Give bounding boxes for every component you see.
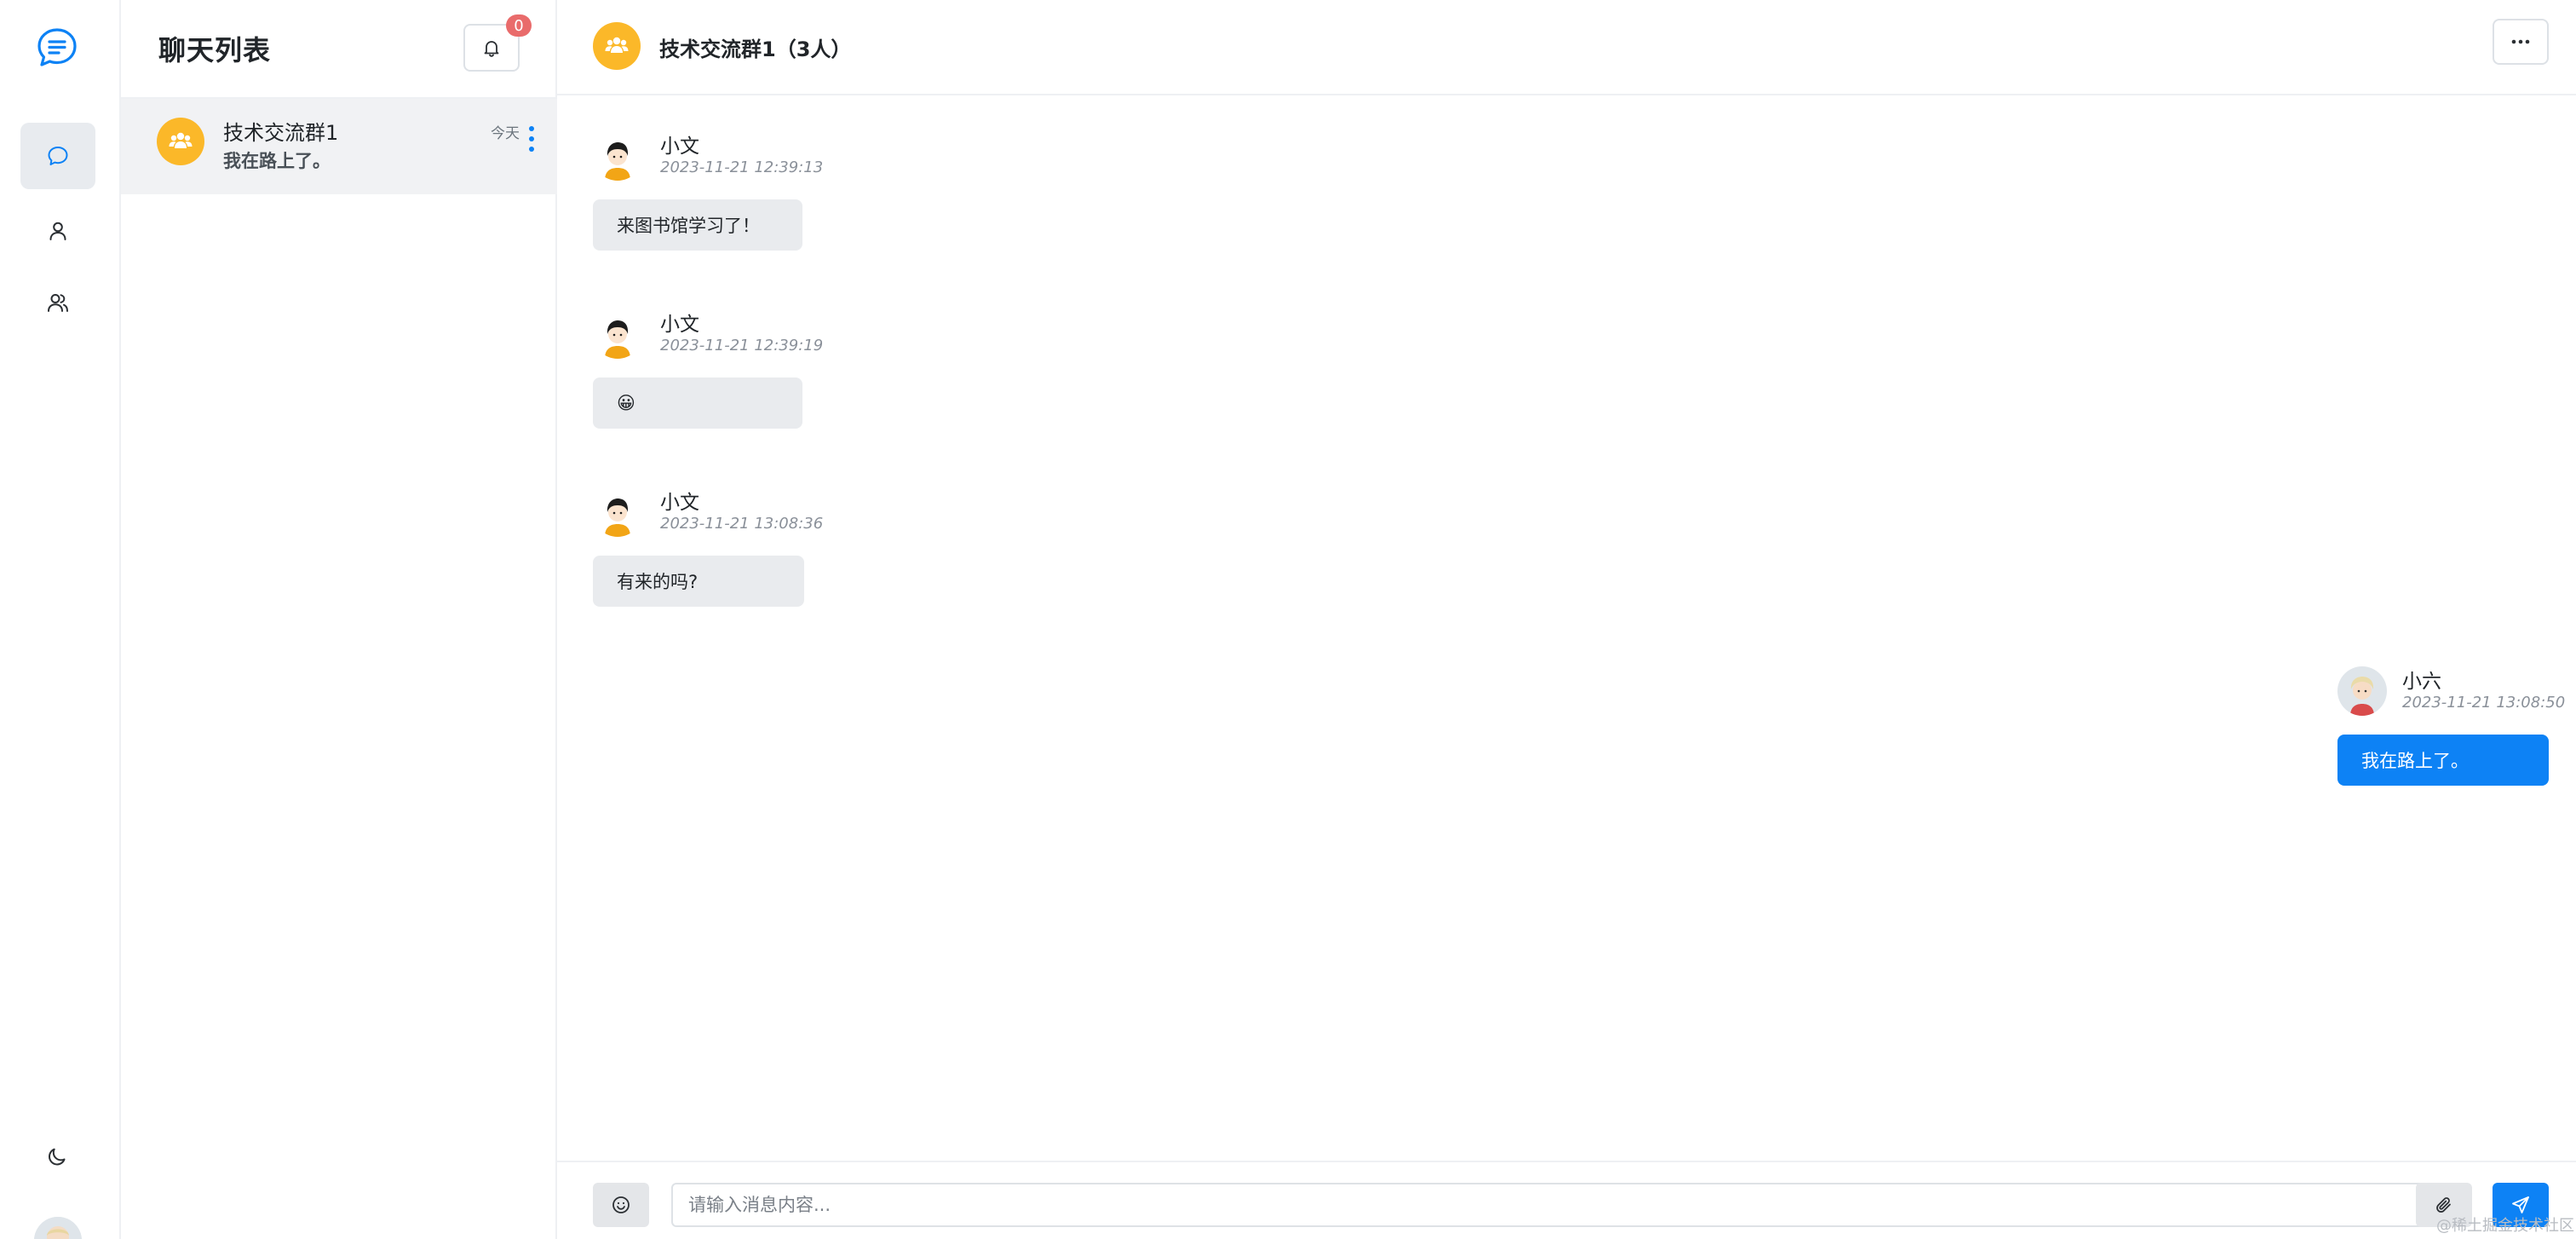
- smiley-icon: [612, 1196, 630, 1213]
- chat-title: 技术交流群1（3人）: [659, 37, 852, 61]
- sender-name: 小文: [660, 492, 699, 514]
- group-avatar-icon: [157, 118, 204, 165]
- conversation-time: 今天: [491, 125, 520, 142]
- conversation-name: 技术交流群1: [223, 121, 339, 145]
- send-icon: [2512, 1196, 2529, 1213]
- sender-avatar: [593, 309, 642, 359]
- sender-avatar: [593, 487, 642, 537]
- icon-rail: [0, 0, 121, 1239]
- more-horizontal-icon: [2511, 39, 2530, 44]
- sender-name: 小文: [660, 135, 699, 158]
- chat-list-panel: 聊天列表 0 技术交流群1 我在路上了。 今天: [121, 0, 557, 1239]
- message-time: 2023-11-21 12:39:19: [660, 337, 824, 354]
- notification-count-badge: 0: [506, 14, 532, 37]
- message-bubble: 有来的吗?: [593, 556, 804, 607]
- users-icon: [48, 294, 68, 312]
- chat-app: 聊天列表 0 技术交流群1 我在路上了。 今天 技术交流群1（3人） 小文 20…: [0, 0, 2576, 1239]
- message-input[interactable]: [671, 1183, 2441, 1227]
- user-icon: [49, 222, 66, 240]
- message-composer: [557, 1161, 2576, 1239]
- watermark: @稀土掘金技术社区: [2436, 1217, 2574, 1235]
- my-avatar[interactable]: [34, 1217, 82, 1239]
- theme-toggle-button[interactable]: [20, 1123, 95, 1190]
- moon-icon: [49, 1148, 66, 1166]
- message-time: 2023-11-21 13:08:36: [660, 515, 824, 533]
- app-logo-icon[interactable]: [35, 26, 79, 70]
- message-bubble: 来图书馆学习了！: [593, 199, 802, 251]
- paperclip-icon: [2436, 1197, 2451, 1213]
- sender-name: 小文: [660, 314, 699, 336]
- chat-bubble-icon: [48, 147, 68, 165]
- sender-avatar: [593, 131, 642, 181]
- sender-avatar: [2337, 666, 2387, 716]
- conversation-item[interactable]: 技术交流群1 我在路上了。 今天: [121, 99, 557, 194]
- sender-name: 小六: [2402, 671, 2441, 693]
- message-bubble: 我在路上了。: [2337, 735, 2549, 786]
- chat-list-title: 聊天列表: [158, 34, 272, 66]
- chat-options-button[interactable]: [2493, 19, 2549, 65]
- emoji-button[interactable]: [593, 1183, 649, 1227]
- chat-header: 技术交流群1（3人）: [557, 0, 2576, 95]
- nav-contacts-button[interactable]: [20, 198, 95, 264]
- bell-icon: [484, 41, 499, 57]
- message-bubble: 😀: [593, 377, 802, 429]
- chat-panel: 技术交流群1（3人） 小文 2023-11-21 12:39:13 来图书馆学习…: [557, 0, 2576, 1239]
- kebab-menu-icon[interactable]: [525, 124, 538, 153]
- conversation-last-message: 我在路上了。: [223, 151, 331, 171]
- nav-groups-button[interactable]: [20, 269, 95, 336]
- message-time: 2023-11-21 12:39:13: [660, 158, 824, 176]
- nav-chats-button[interactable]: [20, 123, 95, 189]
- group-avatar-icon: [593, 22, 641, 70]
- message-time: 2023-11-21 13:08:50: [2402, 694, 2566, 712]
